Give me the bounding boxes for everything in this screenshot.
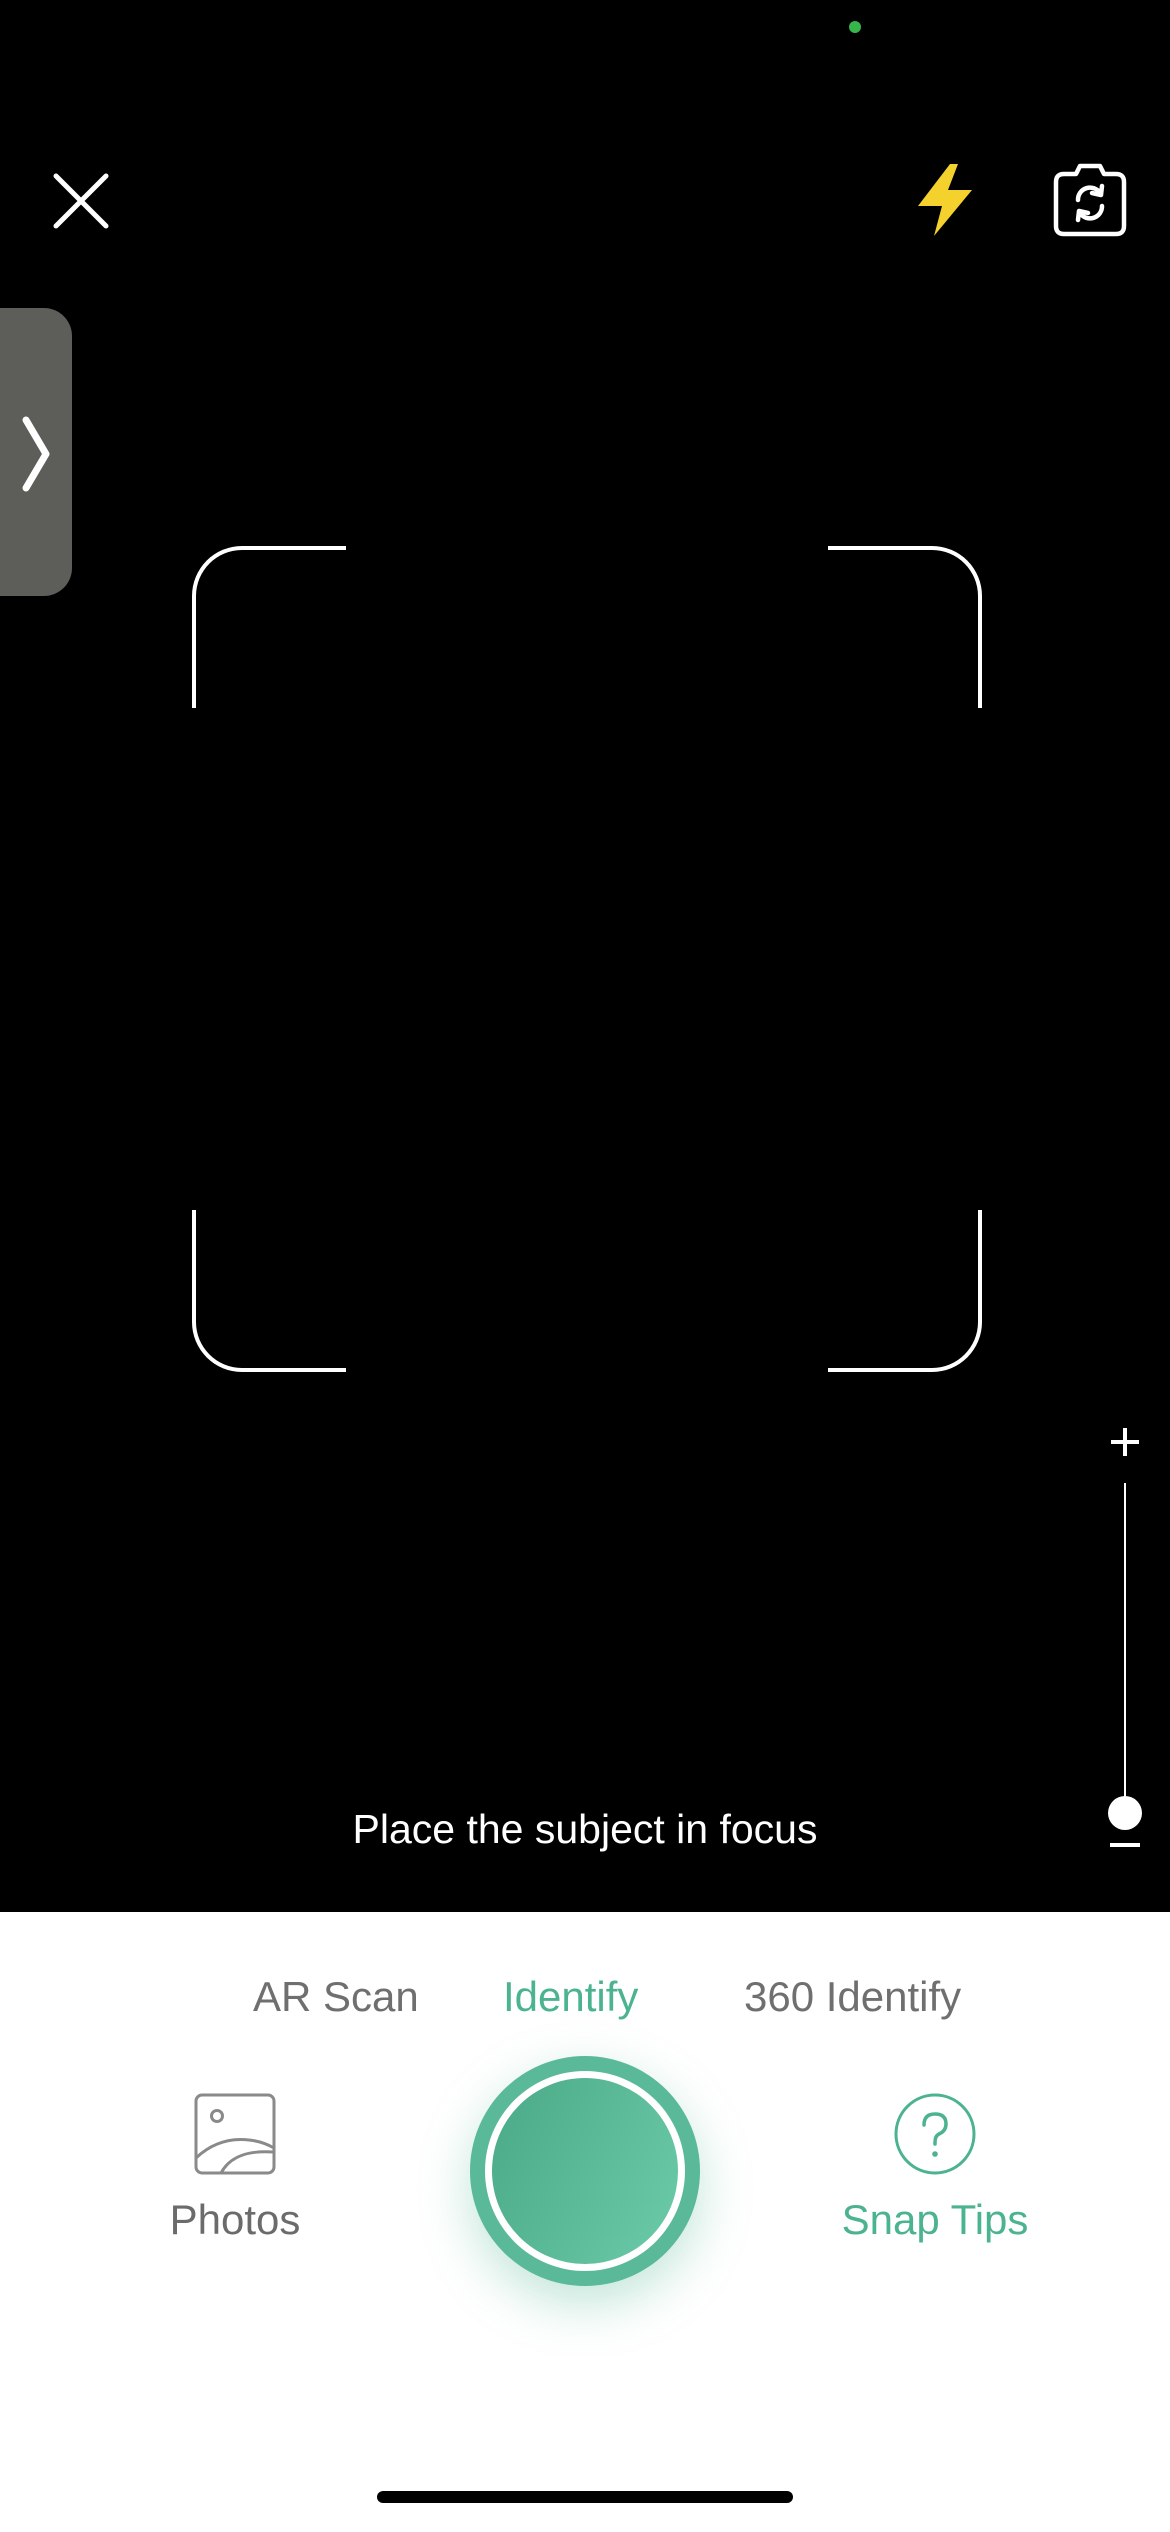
snap-tips-button[interactable]: Snap Tips xyxy=(820,2092,1050,2252)
chevron-right-icon xyxy=(22,416,50,492)
focus-frame-corner-top-left xyxy=(192,546,346,708)
mode-selector[interactable]: AR Scan Identify 360 Identify xyxy=(0,1973,1170,2033)
camera-in-use-indicator xyxy=(849,21,861,33)
mode-ar-scan[interactable]: AR Scan xyxy=(253,1973,419,2021)
close-button[interactable] xyxy=(50,170,112,232)
flip-camera-button[interactable] xyxy=(1050,160,1130,240)
focus-frame-corner-top-right xyxy=(828,546,982,708)
flash-icon xyxy=(918,164,972,236)
home-indicator xyxy=(377,2491,793,2503)
mode-identify[interactable]: Identify xyxy=(503,1973,638,2021)
photos-label: Photos xyxy=(169,2196,301,2243)
mode-360-identify[interactable]: 360 Identify xyxy=(744,1973,961,2021)
zoom-slider[interactable] xyxy=(1100,1425,1150,1865)
focus-frame-corner-bottom-right xyxy=(828,1210,982,1372)
side-panel-handle[interactable] xyxy=(0,308,72,596)
zoom-in-icon[interactable] xyxy=(1108,1425,1142,1459)
photos-button[interactable]: Photos xyxy=(160,2092,310,2252)
shutter-button[interactable] xyxy=(470,2056,700,2286)
focus-hint-text: Place the subject in focus xyxy=(352,1806,818,1852)
shutter-core xyxy=(492,2078,678,2264)
focus-frame-corner-bottom-left xyxy=(192,1210,346,1372)
camera-viewfinder[interactable]: Place the subject in focus xyxy=(0,0,1170,1912)
question-circle-icon xyxy=(894,2093,976,2175)
snap-tips-label: Snap Tips xyxy=(841,2196,1029,2243)
close-icon xyxy=(53,173,109,229)
zoom-track[interactable] xyxy=(1124,1483,1126,1813)
photo-gallery-icon xyxy=(194,2093,276,2175)
flash-button[interactable] xyxy=(910,160,980,240)
camera-flip-icon xyxy=(1053,163,1127,237)
